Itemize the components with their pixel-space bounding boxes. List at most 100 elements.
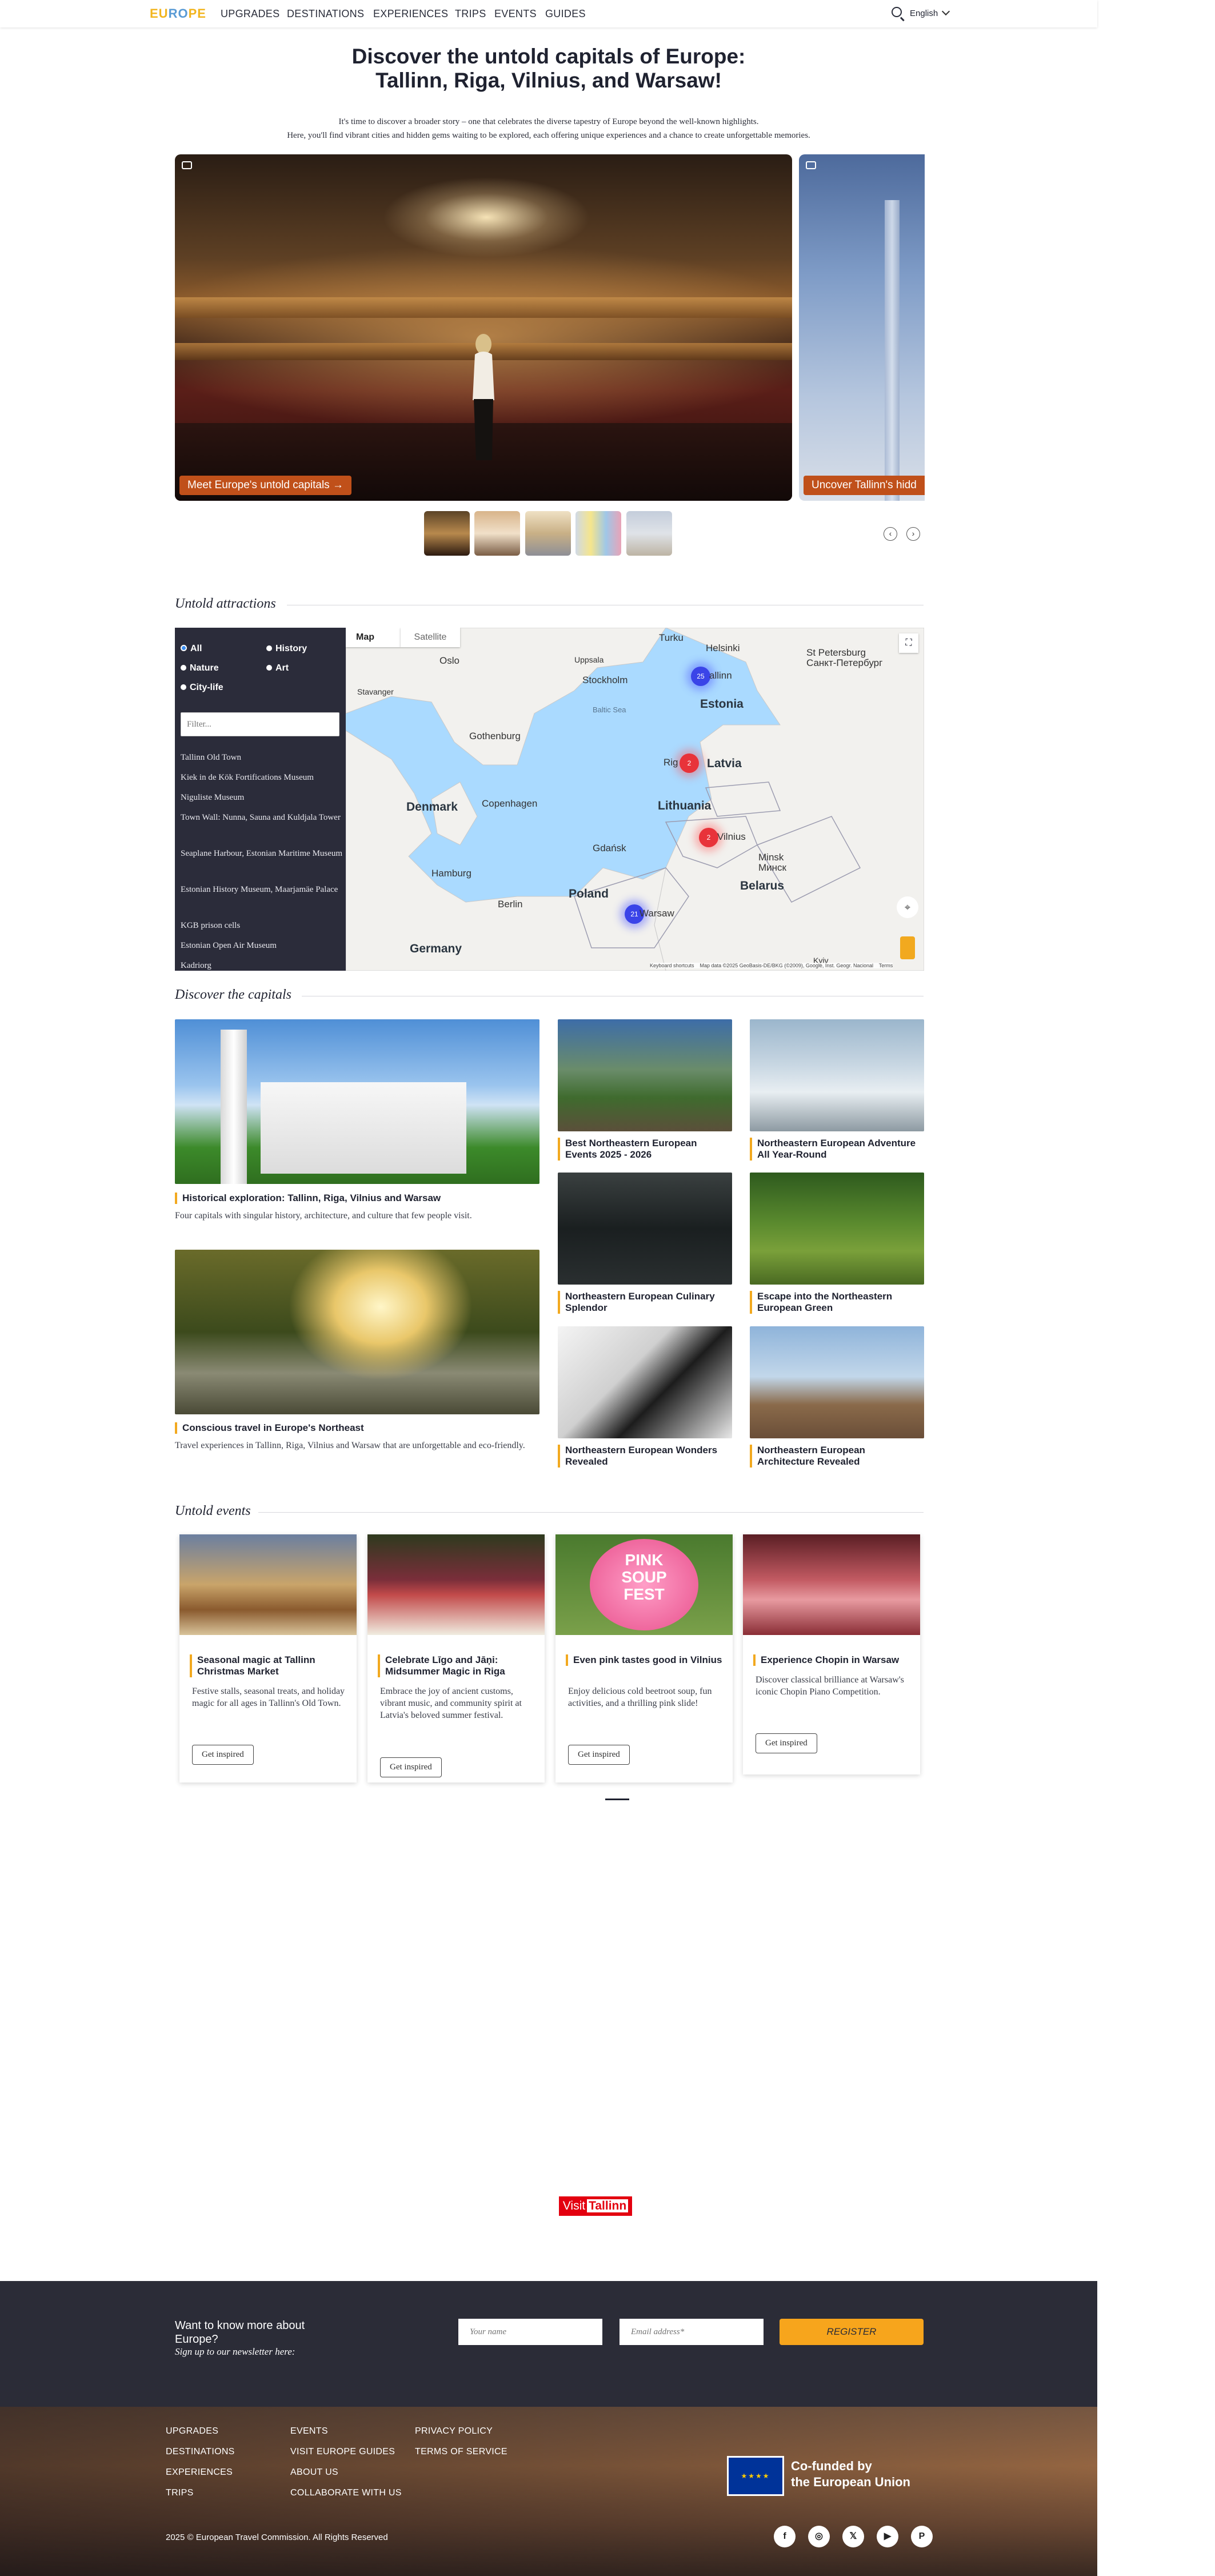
card-image-cathedral[interactable] — [175, 1019, 539, 1184]
list-item[interactable]: Kiek in de Kök Fortifications Museum — [181, 771, 343, 784]
card-image-old-town[interactable] — [750, 1326, 924, 1438]
card-image-dining[interactable] — [558, 1173, 732, 1285]
list-item[interactable]: Seaplane Harbour, Estonian Maritime Muse… — [181, 847, 343, 860]
footer-link-guides[interactable]: VISIT EUROPE GUIDES — [290, 2447, 395, 2457]
attractions-sidebar: All History Nature Art City-life Tallinn… — [175, 628, 346, 971]
attractions-map[interactable]: Map Satellite ⛶ ⌖ Estonia Latvia Lithuan… — [346, 628, 924, 971]
card-image-architecture-modern[interactable] — [558, 1326, 732, 1438]
map-tab-map[interactable]: Map — [356, 632, 374, 643]
card-title[interactable]: Escape into the Northeastern European Gr… — [750, 1291, 923, 1314]
map-cluster-vilnius[interactable]: 2 — [699, 828, 718, 847]
hero-slide-opera[interactable]: Meet Europe's untold capitals → — [175, 154, 792, 501]
card-image-park[interactable] — [750, 1173, 924, 1285]
slider-prev-button[interactable]: ‹ — [884, 527, 897, 541]
footer-link-about[interactable]: ABOUT US — [290, 2467, 338, 2478]
filter-history[interactable]: History — [266, 644, 307, 654]
slider-thumbnail[interactable] — [525, 511, 571, 556]
footer-link-terms[interactable]: TERMS OF SERVICE — [415, 2447, 507, 2457]
nav-trips[interactable]: TRIPS — [455, 8, 486, 20]
filter-city-life[interactable]: City-life — [181, 683, 223, 693]
event-card[interactable]: Seasonal magic at Tallinn Christmas Mark… — [179, 1534, 357, 1783]
chevron-down-icon — [942, 7, 950, 16]
event-card[interactable]: PINK SOUP FEST Even pink tastes good in … — [555, 1534, 733, 1783]
get-inspired-button[interactable]: Get inspired — [192, 1745, 254, 1765]
card-title[interactable]: Historical exploration: Tallinn, Riga, V… — [175, 1193, 542, 1204]
list-item[interactable]: Town Wall: Nunna, Sauna and Kuldjala Tow… — [181, 811, 343, 824]
list-item[interactable]: Estonian Open Air Museum — [181, 939, 343, 952]
nav-events[interactable]: EVENTS — [494, 8, 537, 20]
filter-art[interactable]: Art — [266, 663, 289, 673]
map-tab-satellite[interactable]: Satellite — [401, 628, 460, 647]
event-image-pink-soup: PINK SOUP FEST — [555, 1534, 733, 1635]
filter-nature[interactable]: Nature — [181, 663, 219, 673]
language-selector[interactable]: English — [910, 7, 950, 18]
card-description: Travel experiences in Tallinn, Riga, Vil… — [175, 1441, 525, 1450]
map-attribution: Keyboard shortcuts Map data ©2025 GeoBas… — [650, 963, 893, 968]
camera-icon — [806, 161, 816, 169]
nav-guides[interactable]: GUIDES — [545, 8, 586, 20]
youtube-icon[interactable]: ▶ — [877, 2526, 898, 2547]
x-icon[interactable]: 𝕏 — [842, 2526, 864, 2547]
card-title[interactable]: Northeastern European Adventure All Year… — [750, 1138, 923, 1161]
get-inspired-button[interactable]: Get inspired — [568, 1745, 630, 1765]
section-title-capitals: Discover the capitals — [175, 987, 291, 1002]
pegman-icon[interactable] — [900, 936, 915, 959]
card-title[interactable]: Northeastern European Culinary Splendor — [558, 1291, 731, 1314]
events-pagination-indicator[interactable] — [605, 1799, 629, 1800]
attractions-filter-input[interactable] — [181, 712, 339, 736]
newsletter-email-input[interactable] — [620, 2319, 764, 2345]
search-icon[interactable] — [892, 7, 902, 17]
list-item[interactable]: KGB prison cells — [181, 919, 343, 932]
map-cluster-riga[interactable]: 2 — [680, 753, 699, 773]
card-image-winter[interactable] — [750, 1019, 924, 1131]
register-button[interactable]: REGISTER — [780, 2319, 924, 2345]
map-cluster-tallinn[interactable]: 25 — [691, 667, 710, 686]
footer-link-privacy[interactable]: PRIVACY POLICY — [415, 2426, 493, 2437]
get-inspired-button[interactable]: Get inspired — [380, 1757, 442, 1777]
hero-slide-tallinn[interactable]: Uncover Tallinn's hidd — [799, 154, 925, 501]
meet-capitals-button[interactable]: Meet Europe's untold capitals → — [179, 476, 351, 495]
nav-upgrades[interactable]: UPGRADES — [221, 8, 279, 20]
section-title-events: Untold events — [175, 1504, 251, 1518]
card-title[interactable]: Northeastern European Wonders Revealed — [558, 1445, 731, 1468]
card-title[interactable]: Conscious travel in Europe's Northeast — [175, 1422, 542, 1434]
footer-link-destinations[interactable]: DESTINATIONS — [166, 2447, 235, 2457]
list-item[interactable]: Kadriorg — [181, 959, 343, 972]
slider-thumbnail[interactable] — [575, 511, 621, 556]
card-image-forest-walk[interactable] — [175, 1250, 539, 1414]
card-image-events[interactable] — [558, 1019, 732, 1131]
slider-next-button[interactable]: › — [906, 527, 920, 541]
newsletter-subheading: Sign up to our newsletter here: — [175, 2346, 295, 2357]
uncover-tallinn-button[interactable]: Uncover Tallinn's hidd — [804, 476, 925, 495]
nav-destinations[interactable]: DESTINATIONS — [287, 8, 364, 20]
copyright: 2025 © European Travel Commission. All R… — [166, 2533, 388, 2542]
footer-link-trips[interactable]: TRIPS — [166, 2488, 194, 2498]
card-title[interactable]: Northeastern European Architecture Revea… — [750, 1445, 923, 1468]
list-item[interactable]: Niguliste Museum — [181, 791, 343, 804]
europe-logo[interactable]: EUROPE — [150, 6, 206, 21]
footer-link-events[interactable]: EVENTS — [290, 2426, 328, 2437]
event-card[interactable]: Celebrate Līgo and Jāņi: Midsummer Magic… — [367, 1534, 545, 1783]
newsletter-name-input[interactable] — [458, 2319, 602, 2345]
footer-link-upgrades[interactable]: UPGRADES — [166, 2426, 218, 2437]
get-inspired-button[interactable]: Get inspired — [756, 1733, 817, 1753]
event-card[interactable]: Experience Chopin in Warsaw Discover cla… — [743, 1534, 920, 1775]
pinterest-icon[interactable]: P — [911, 2526, 933, 2547]
list-item[interactable]: Tallinn Old Town — [181, 751, 343, 764]
list-item[interactable]: Estonian History Museum, Maarjamäe Palac… — [181, 883, 343, 896]
card-title[interactable]: Best Northeastern European Events 2025 -… — [558, 1138, 731, 1161]
eu-flag-icon: ★★★★ — [727, 2456, 784, 2496]
nav-experiences[interactable]: EXPERIENCES — [373, 8, 448, 20]
slider-thumbnail[interactable] — [626, 511, 672, 556]
instagram-icon[interactable]: ◎ — [808, 2526, 830, 2547]
footer-link-experiences[interactable]: EXPERIENCES — [166, 2467, 233, 2478]
footer-link-collaborate[interactable]: COLLABORATE WITH US — [290, 2488, 402, 2498]
visit-tallinn-logo[interactable]: Visit Tallinn — [559, 2196, 632, 2216]
filter-all[interactable]: All — [181, 644, 202, 654]
facebook-icon[interactable]: f — [774, 2526, 796, 2547]
page-title: Discover the untold capitals of Europe: … — [351, 45, 746, 92]
slider-thumbnail[interactable] — [474, 511, 520, 556]
slider-thumbnail[interactable] — [424, 511, 470, 556]
fullscreen-icon[interactable]: ⛶ — [899, 633, 918, 653]
locate-icon[interactable]: ⌖ — [897, 896, 918, 918]
